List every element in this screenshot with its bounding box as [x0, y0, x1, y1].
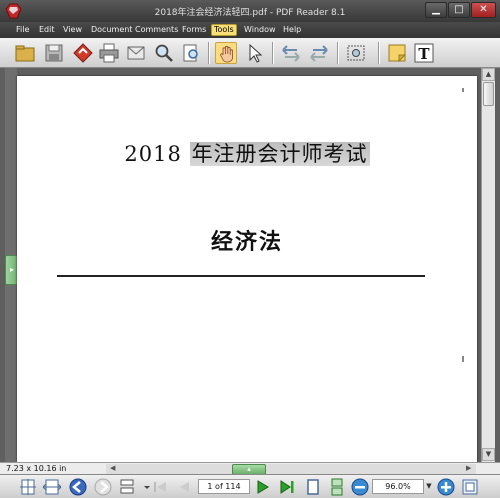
menu-bar: File Edit View Document Comments Forms T… — [0, 22, 500, 38]
toolbar-separator — [272, 42, 273, 64]
back-icon[interactable] — [68, 477, 88, 497]
page-title: 2018 年注册会计师考试 — [17, 138, 477, 168]
menu-file[interactable]: File — [14, 24, 31, 36]
vertical-scrollbar[interactable]: ▲ ▼ — [481, 68, 495, 462]
hand-tool-icon[interactable] — [215, 42, 237, 64]
find-file-icon[interactable] — [180, 42, 202, 64]
svg-text:T: T — [418, 45, 430, 63]
print-icon[interactable] — [98, 42, 120, 64]
menu-forms[interactable]: Forms — [180, 24, 208, 36]
title-text: 年注册会计师考试 — [189, 142, 370, 166]
continuous-page-icon[interactable] — [327, 477, 347, 497]
zoom-dropdown-icon[interactable]: ▼ — [424, 479, 434, 494]
menu-edit[interactable]: Edit — [37, 24, 57, 36]
scroll-down-icon[interactable]: ▼ — [482, 448, 495, 461]
next-view-icon[interactable] — [308, 42, 330, 64]
pdf-page: 2018 年注册会计师考试 经济法 — [17, 76, 477, 462]
single-page-icon[interactable] — [303, 477, 323, 497]
chevron-down-icon[interactable] — [137, 477, 150, 497]
menu-tools[interactable]: Tools — [211, 24, 237, 36]
menu-help[interactable]: Help — [281, 24, 303, 36]
menu-view[interactable]: View — [61, 24, 84, 36]
document-viewport[interactable]: ▸ 2018 年注册会计师考试 经济法 ▲ ▼ 7.23 x 10.16 in … — [0, 68, 500, 475]
fit-page-icon[interactable] — [18, 477, 38, 497]
navigation-bar: 1 of 114 96.0% ▼ — [0, 474, 500, 498]
search-icon[interactable] — [153, 42, 175, 64]
menu-document[interactable]: Document — [89, 24, 134, 36]
page-divider — [57, 275, 425, 277]
scroll-thumb[interactable] — [483, 82, 494, 106]
page-layout-icon[interactable] — [117, 477, 137, 497]
toolbar-separator — [378, 42, 379, 64]
title-bar: 2018年注会经济法轻四.pdf - PDF Reader 8.1 ▁ □ ✕ — [0, 0, 500, 22]
open-folder-icon[interactable] — [14, 42, 36, 64]
scroll-up-icon[interactable]: ▲ — [482, 68, 495, 81]
zoom-level-input[interactable]: 96.0% — [372, 479, 424, 494]
menu-comments[interactable]: Comments — [133, 24, 180, 36]
scroll-right-icon[interactable]: ▶ — [466, 464, 471, 472]
minimize-button[interactable]: ▁ — [425, 2, 447, 18]
prev-page-icon[interactable] — [175, 477, 195, 497]
full-screen-icon[interactable] — [460, 477, 480, 497]
snapshot-icon[interactable] — [345, 42, 367, 64]
fit-width-icon[interactable] — [42, 477, 62, 497]
horizontal-scrollbar[interactable]: ◀ ▶ — [106, 464, 476, 474]
scan-mark — [462, 356, 464, 362]
prev-view-icon[interactable] — [280, 42, 302, 64]
last-page-icon[interactable] — [277, 477, 297, 497]
typewriter-icon[interactable]: T — [413, 42, 435, 64]
save-icon[interactable] — [43, 42, 65, 64]
maximize-button[interactable]: □ — [448, 2, 470, 18]
page-size-label: 7.23 x 10.16 in — [6, 464, 67, 473]
email-icon[interactable] — [125, 42, 147, 64]
page-number-input[interactable]: 1 of 114 — [198, 479, 250, 494]
zoom-out-icon[interactable] — [350, 477, 370, 497]
sticky-note-icon[interactable] — [386, 42, 408, 64]
title-year: 2018 — [124, 142, 182, 166]
scan-mark — [462, 88, 464, 92]
select-arrow-icon[interactable] — [243, 42, 265, 64]
toolbar-separator — [208, 42, 209, 64]
close-button[interactable]: ✕ — [471, 2, 496, 18]
menu-window[interactable]: Window — [242, 24, 278, 36]
zoom-in-icon[interactable] — [436, 477, 456, 497]
page-subtitle: 经济法 — [210, 229, 283, 255]
first-page-icon[interactable] — [150, 477, 170, 497]
scroll-left-icon[interactable]: ◀ — [110, 464, 115, 472]
next-page-icon[interactable] — [252, 477, 272, 497]
main-toolbar: T — [0, 38, 500, 68]
sign-icon[interactable] — [72, 42, 94, 64]
forward-icon[interactable] — [93, 477, 113, 497]
toolbar-separator — [337, 42, 338, 64]
info-bar: 7.23 x 10.16 in ◀ ▶ ▴ — [0, 462, 500, 475]
